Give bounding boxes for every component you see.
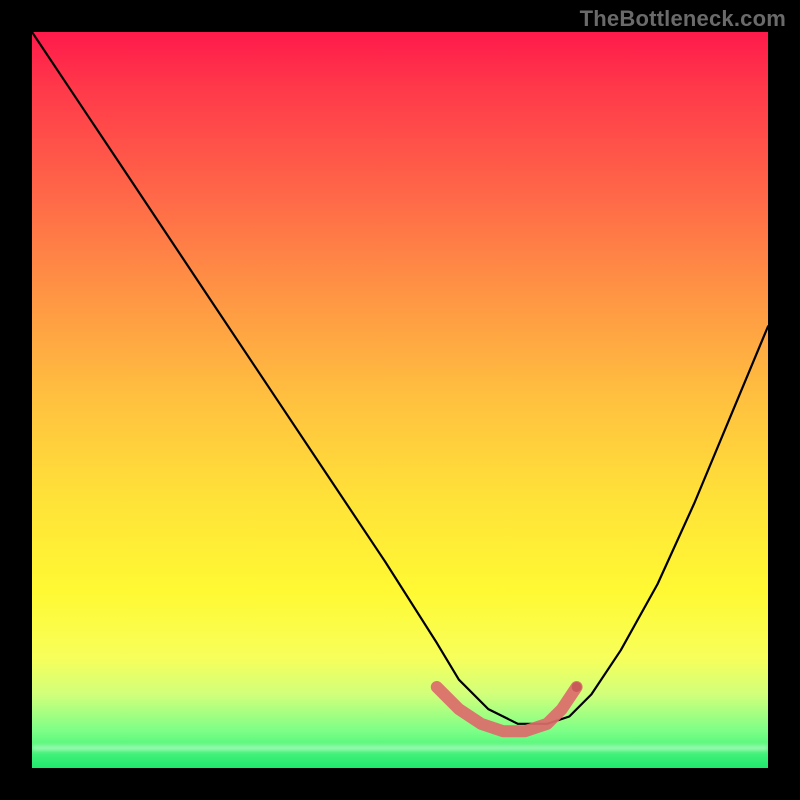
chart-frame: TheBottleneck.com xyxy=(0,0,800,800)
marker-end-dot xyxy=(572,682,582,692)
plot-area xyxy=(32,32,768,768)
watermark-text: TheBottleneck.com xyxy=(580,6,786,32)
chart-overlay xyxy=(32,32,768,768)
series-bottom-marker xyxy=(437,687,577,731)
series-curve xyxy=(32,32,768,724)
